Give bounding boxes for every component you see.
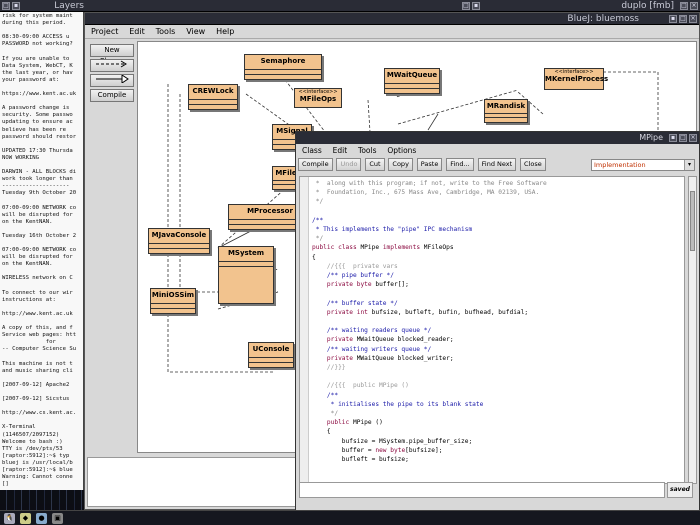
app-icon[interactable]: ▣ <box>52 513 63 524</box>
editor-toolbar: Compile Undo Cut Copy Paste Find... Find… <box>296 157 699 173</box>
menu-tools[interactable]: Tools <box>152 25 180 39</box>
layers-titlebar[interactable]: □ ▪ Layers <box>0 0 110 12</box>
penguin-icon[interactable]: 🐧 <box>4 513 15 524</box>
class-name: MKernelProcess <box>545 75 609 83</box>
status-message <box>299 482 665 498</box>
duplo-title: duplo [fmb] <box>621 1 674 11</box>
compile-button[interactable]: Compile <box>90 89 134 102</box>
class-name: CREWLock <box>192 87 234 95</box>
vertical-scrollbar[interactable] <box>688 176 697 484</box>
window-menu-icon[interactable]: □ <box>2 2 10 10</box>
class-name: MWaitQueue <box>386 71 438 79</box>
terminal-window[interactable]: risk for system maint during this period… <box>0 12 84 490</box>
class-name: MRandisk <box>486 102 526 110</box>
window-menu-icon[interactable]: □ <box>462 2 470 10</box>
class-name: MSystem <box>227 249 265 257</box>
inherit-arrow-button[interactable] <box>90 74 134 87</box>
new-class-button[interactable]: New Class... <box>90 44 134 65</box>
saved-status: saved <box>667 482 693 498</box>
class-name: UConsole <box>252 345 290 353</box>
editor-title: MPipe <box>639 133 663 142</box>
class-box-mwaitqueue[interactable]: MWaitQueue <box>384 68 440 94</box>
menu-tools[interactable]: Tools <box>354 144 380 157</box>
class-name: Semaphore <box>260 57 306 65</box>
class-box-uconsole[interactable]: UConsole <box>248 342 294 368</box>
view-selector-value: Implementation <box>594 161 646 169</box>
close-icon[interactable]: × <box>689 15 697 23</box>
class-box-crewlock[interactable]: CREWLock <box>188 84 238 110</box>
minimize-icon[interactable]: ▪ <box>472 2 480 10</box>
menu-project[interactable]: Project <box>87 25 122 39</box>
taskbar: 🐧 ◆ ● ▣ <box>0 510 700 525</box>
bluej-menubar: Project Edit Tools View Help <box>85 25 699 39</box>
terminal-output: risk for system maint during this period… <box>2 13 77 488</box>
editor-menubar: Class Edit Tools Options <box>296 144 699 157</box>
class-box-mfileops[interactable]: <<interface>> MFileOps <box>294 88 342 108</box>
close-icon[interactable]: × <box>690 2 698 10</box>
bluej-titlebar[interactable]: BlueJ: bluemoss ▪ □ × <box>85 13 699 25</box>
menu-class[interactable]: Class <box>298 144 326 157</box>
editor-titlebar[interactable]: MPipe ▪ □ × <box>296 132 699 144</box>
view-selector[interactable]: Implementation ▾ <box>591 159 695 171</box>
cut-button[interactable]: Cut <box>365 158 385 171</box>
close-icon[interactable]: × <box>689 134 697 142</box>
class-box-msystem[interactable]: MSystem <box>218 246 274 304</box>
scroll-thumb[interactable] <box>690 191 695 251</box>
uses-arrow-button[interactable] <box>90 59 134 72</box>
chevron-down-icon: ▾ <box>684 160 694 170</box>
class-box-semaphore[interactable]: Semaphore <box>244 54 322 80</box>
duplo-titlebar[interactable]: □ ▪ duplo [fmb] □ × <box>110 0 700 12</box>
app-icon[interactable]: ● <box>36 513 47 524</box>
compile-button[interactable]: Compile <box>298 158 333 171</box>
class-box-mkernelprocess[interactable]: <<interface>> MKernelProcess <box>544 68 608 90</box>
layers-title: Layers <box>54 1 84 11</box>
editor-window[interactable]: MPipe ▪ □ × Class Edit Tools Options Com… <box>295 131 700 511</box>
find-next-button[interactable]: Find Next <box>477 158 517 171</box>
menu-edit[interactable]: Edit <box>329 144 352 157</box>
class-name: MJavaConsole <box>151 231 207 239</box>
maximize-icon[interactable]: □ <box>680 2 688 10</box>
bluej-title: BlueJ: bluemoss <box>567 14 639 24</box>
code-editor[interactable]: * along with this program; if not, write… <box>299 176 685 484</box>
minimize-icon[interactable]: ▪ <box>12 2 20 10</box>
maximize-icon[interactable]: □ <box>679 15 687 23</box>
minimize-icon[interactable]: ▪ <box>669 15 677 23</box>
paste-button[interactable]: Paste <box>416 158 443 171</box>
class-name: MFileOps <box>299 95 337 103</box>
menu-view[interactable]: View <box>182 25 209 39</box>
copy-button[interactable]: Copy <box>388 158 413 171</box>
class-box-mrandisk[interactable]: MRandisk <box>484 99 528 123</box>
class-box-miniossim[interactable]: MiniOSSim <box>150 288 196 314</box>
dashed-arrow-icon <box>96 60 127 68</box>
close-button[interactable]: Close <box>520 158 546 171</box>
find-button[interactable]: Find... <box>446 158 474 171</box>
line-gutter <box>300 177 309 483</box>
menu-edit[interactable]: Edit <box>125 25 149 39</box>
menu-options[interactable]: Options <box>383 144 420 157</box>
app-icon[interactable]: ◆ <box>20 513 31 524</box>
solid-arrow-icon <box>96 74 129 84</box>
maximize-icon[interactable]: □ <box>679 134 687 142</box>
minimize-icon[interactable]: ▪ <box>669 134 677 142</box>
class-box-mjavaconsole[interactable]: MJavaConsole <box>148 228 210 254</box>
menu-help[interactable]: Help <box>212 25 238 39</box>
class-name: MiniOSSim <box>151 291 195 299</box>
source-code: * along with this program; if not, write… <box>312 180 547 464</box>
undo-button[interactable]: Undo <box>336 158 362 171</box>
